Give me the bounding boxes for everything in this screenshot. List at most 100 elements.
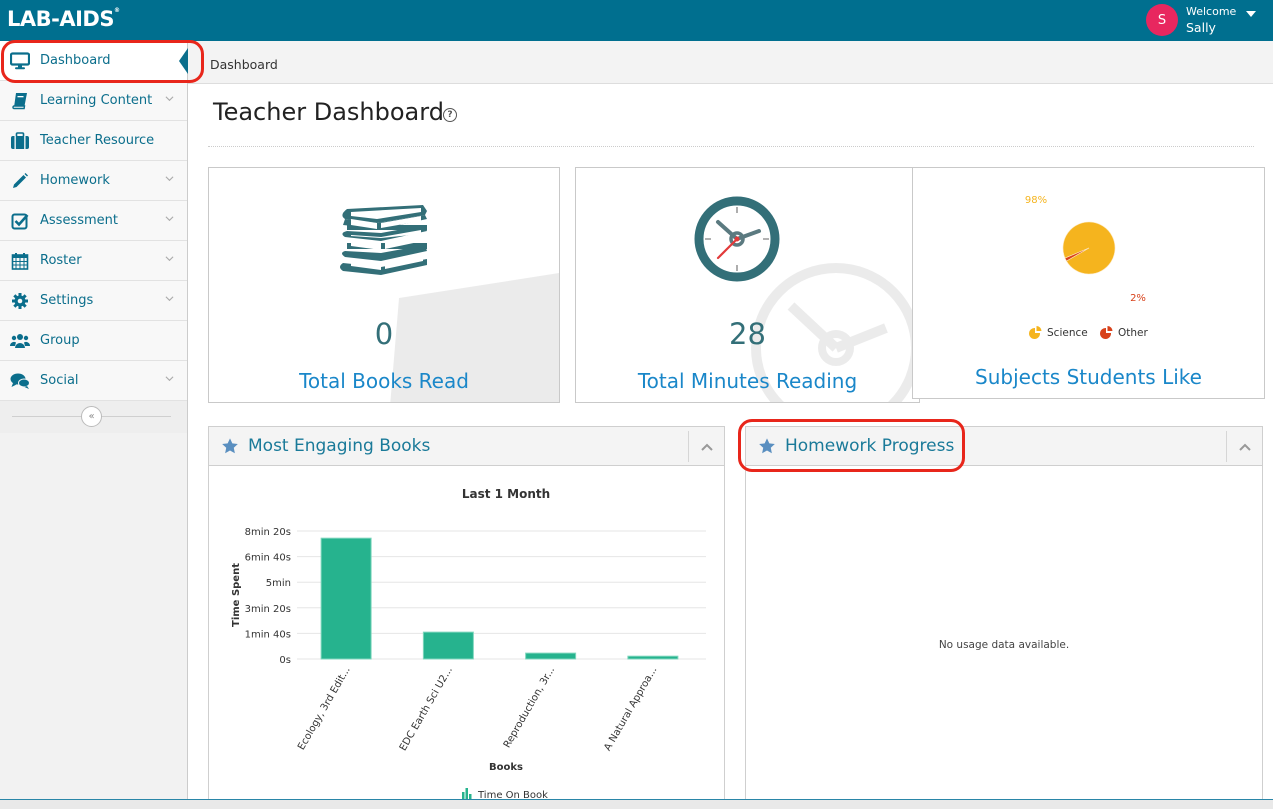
breadcrumb[interactable]: Dashboard <box>210 57 278 72</box>
checkbox-icon <box>10 212 30 230</box>
active-indicator <box>179 48 188 74</box>
sidebar: Dashboard Learning Content Teacher Resou… <box>0 41 188 809</box>
user-menu[interactable]: S Welcome Sally <box>1146 3 1257 37</box>
subjects-pie-chart: 98% 2% Science Other <box>1025 195 1149 339</box>
y-tick-label: 0s <box>279 655 291 666</box>
gear-icon <box>10 292 30 310</box>
y-tick-label: 3min 20s <box>245 604 291 615</box>
sidebar-item-assessment[interactable]: Assessment <box>0 201 187 241</box>
books-bar-chart: Last 1 Month 0s 1min 40s 3min 20s 5min 6min 4… <box>231 487 706 801</box>
avatar[interactable]: S <box>1146 4 1178 36</box>
x-tick-label: Reproduction, 3r... <box>502 665 557 750</box>
books-read-value: 0 <box>374 317 394 351</box>
books-read-label[interactable]: Total Books Read <box>209 369 559 393</box>
breadcrumb-bar: Dashboard <box>188 41 1273 84</box>
chevron-down-icon[interactable] <box>165 94 174 103</box>
book-icon <box>10 92 30 110</box>
legend-pie-icon <box>1107 326 1113 331</box>
panel-title: Most Engaging Books <box>248 436 431 456</box>
user-name: Sally <box>1186 20 1216 35</box>
collapse-panel-button[interactable] <box>688 431 724 462</box>
pie-label-other: 2% <box>1130 293 1146 304</box>
sidebar-item-label: Assessment <box>40 213 118 228</box>
chevron-down-icon[interactable] <box>165 294 174 303</box>
bar <box>525 652 577 660</box>
page-title: Teacher Dashboard <box>213 98 444 126</box>
pie-label-science: 98% <box>1025 195 1047 206</box>
x-tick-label: A Natural Approa... <box>602 665 659 753</box>
chevron-down-icon[interactable] <box>165 374 174 383</box>
sidebar-item-label: Dashboard <box>40 53 111 68</box>
logo-text: LAB-AIDS <box>7 7 114 31</box>
clock-icon <box>694 196 780 282</box>
sidebar-item-group[interactable]: Group <box>0 321 187 361</box>
chevron-down-icon[interactable] <box>165 254 174 263</box>
legend-bar-icon <box>462 792 465 799</box>
pencil-icon <box>10 172 30 190</box>
sidebar-item-label: Learning Content <box>40 93 153 108</box>
lab-aids-logo[interactable]: LAB-AIDS® <box>7 7 120 31</box>
welcome-text: Welcome Sally <box>1186 4 1236 36</box>
bar <box>422 631 474 660</box>
y-tick-label: 6min 40s <box>245 553 291 564</box>
sidebar-collapse-row: « <box>0 401 187 433</box>
sidebar-item-label: Social <box>40 373 79 388</box>
sidebar-item-label: Roster <box>40 253 82 268</box>
chevron-up-icon <box>1238 443 1251 451</box>
help-icon[interactable]: ? <box>443 108 457 122</box>
users-icon <box>10 332 30 350</box>
subjects-label[interactable]: Subjects Students Like <box>913 365 1264 389</box>
sidebar-item-label: Teacher Resource <box>40 133 155 148</box>
calendar-icon <box>10 252 30 270</box>
panel-title: Homework Progress <box>785 436 955 456</box>
bar <box>627 655 679 660</box>
sidebar-item-dashboard[interactable]: Dashboard <box>0 41 188 81</box>
sidebar-item-social[interactable]: Social <box>0 361 187 401</box>
sidebar-item-label: Settings <box>40 293 94 308</box>
x-axis-label: Books <box>489 762 523 773</box>
books-stack-icon <box>340 205 427 275</box>
sidebar-item-teacher-resource[interactable]: Teacher Resource <box>0 121 187 161</box>
legend-item-other: Other <box>1100 326 1148 339</box>
stat-card-minutes-reading: 28 Total Minutes Reading <box>575 167 920 403</box>
collapse-panel-button[interactable] <box>1226 431 1262 462</box>
minutes-reading-label[interactable]: Total Minutes Reading <box>576 369 919 393</box>
legend-label: Science <box>1047 327 1088 339</box>
bottom-strip <box>0 799 1273 809</box>
chat-icon <box>10 372 30 390</box>
sidebar-item-label: Homework <box>40 173 110 188</box>
panel-homework-progress: Homework Progress No usage data availabl… <box>745 426 1263 809</box>
stat-card-books-read: 0 Total Books Read <box>208 167 560 403</box>
sidebar-item-roster[interactable]: Roster <box>0 241 187 281</box>
sidebar-item-settings[interactable]: Settings <box>0 281 187 321</box>
legend-pie-icon <box>1036 326 1042 331</box>
chart-title: Last 1 Month <box>462 487 550 501</box>
bar <box>320 537 372 660</box>
star-icon <box>759 438 775 454</box>
monitor-icon <box>10 51 30 70</box>
welcome-label: Welcome <box>1186 5 1237 18</box>
y-tick-label: 1min 40s <box>245 629 291 640</box>
sidebar-item-label: Group <box>40 333 80 348</box>
sidebar-item-learning-content[interactable]: Learning Content <box>0 81 187 121</box>
briefcase-icon <box>10 131 30 150</box>
minutes-reading-value: 28 <box>729 317 766 351</box>
panel-header: Homework Progress <box>746 427 1262 466</box>
y-axis-label: Time Spent <box>231 563 242 627</box>
legend-item-science: Science <box>1029 326 1088 339</box>
x-tick-label: Ecology, 3rd Edit... <box>296 665 353 752</box>
chevron-down-icon[interactable] <box>165 214 174 223</box>
legend-bar-icon <box>465 788 468 799</box>
top-bar: LAB-AIDS® S Welcome Sally <box>0 0 1273 41</box>
panel-header: Most Engaging Books <box>209 427 724 466</box>
collapse-sidebar-button[interactable]: « <box>81 406 102 427</box>
panel-most-engaging-books: Most Engaging Books Last 1 Month 0s 1min 4… <box>208 426 725 809</box>
star-icon <box>222 438 238 454</box>
caret-down-icon[interactable] <box>1246 11 1257 17</box>
sidebar-item-homework[interactable]: Homework <box>0 161 187 201</box>
x-tick-label: EDC Earth Sci U2... <box>398 665 455 753</box>
chevron-down-icon[interactable] <box>165 174 174 183</box>
stat-card-subjects: 98% 2% Science Other Subjects Students Like <box>912 167 1265 399</box>
empty-state-message: No usage data available. <box>938 639 1070 651</box>
divider <box>208 146 1254 147</box>
